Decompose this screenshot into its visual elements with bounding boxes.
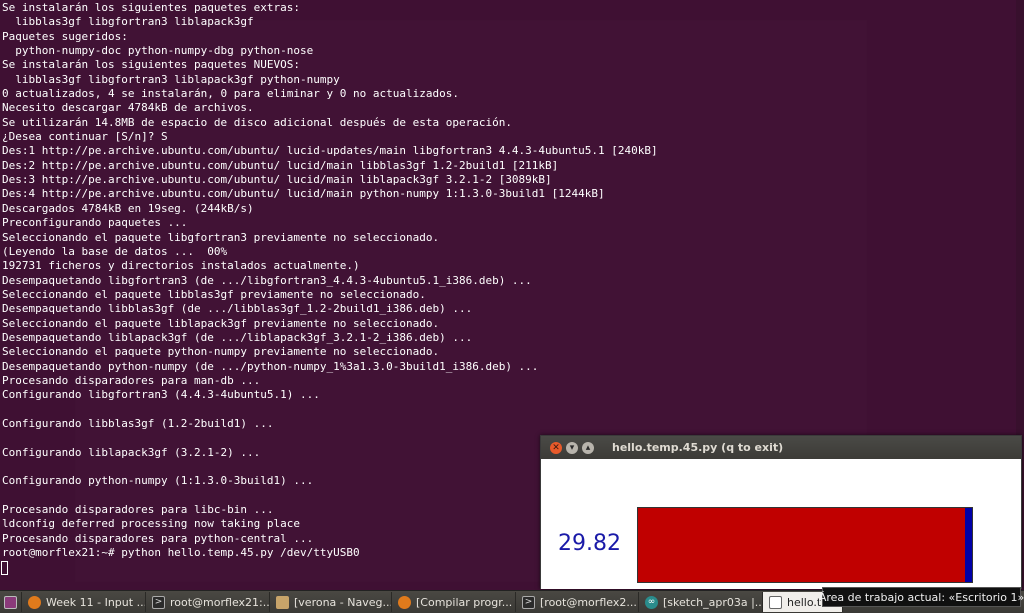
taskbar-item-label: [verona - Naveg... xyxy=(294,595,392,609)
terminal-line: libblas3gf libgfortran3 liblapack3gf pyt… xyxy=(2,72,340,86)
terminal-line: Seleccionando el paquete liblapack3gf pr… xyxy=(2,316,440,330)
terminal-line: Se instalarán los siguientes paquetes ex… xyxy=(2,1,301,14)
window-icon xyxy=(769,595,782,609)
firefox-icon xyxy=(398,595,411,609)
terminal-line: Preconfigurando paquetes ... xyxy=(2,216,188,230)
minimize-icon[interactable]: ▾ xyxy=(566,441,578,454)
taskbar-item-terminal-1[interactable]: > root@morflex21:... xyxy=(146,592,270,612)
close-icon[interactable]: ✕ xyxy=(550,441,562,454)
terminal-line: libblas3gf libgfortran3 liblapack3gf xyxy=(2,15,254,29)
terminal-line: Configurando libblas3gf (1.2-2build1) ..… xyxy=(2,416,274,430)
taskbar-item-label: [Compilar progr... xyxy=(416,595,513,609)
taskbar-item-firefox-compilar[interactable]: [Compilar progr... xyxy=(392,592,516,612)
terminal-line: Seleccionando el paquete libgfortran3 pr… xyxy=(2,230,440,244)
file-manager-icon xyxy=(276,595,289,609)
terminal-line: Desempaquetando libblas3gf (de .../libbl… xyxy=(2,302,473,316)
terminal-line: Desempaquetando python-numpy (de .../pyt… xyxy=(2,359,539,373)
taskbar-item-label: hello.t xyxy=(787,595,822,609)
terminal-line: Descargados 4784kB en 19seg. (244kB/s) xyxy=(2,201,254,215)
terminal-line: python-numpy-doc python-numpy-dbg python… xyxy=(2,44,314,58)
temperature-gauge xyxy=(637,507,973,583)
temperature-gauge-fill xyxy=(638,508,966,582)
taskbar-item-label: root@morflex21:... xyxy=(170,595,270,609)
taskbar-item-arduino[interactable]: ∞ [sketch_apr03a |... xyxy=(639,592,763,612)
taskbar-item-label: [root@morflex2... xyxy=(540,595,637,609)
maximize-icon[interactable]: ▴ xyxy=(582,441,594,454)
terminal-line: 0 actualizados, 4 se instalarán, 0 para … xyxy=(2,87,459,101)
taskbar-show-desktop[interactable] xyxy=(0,592,22,612)
terminal-line: Des:2 http://pe.archive.ubuntu.com/ubunt… xyxy=(2,158,559,172)
terminal-line: Desempaquetando liblapack3gf (de .../lib… xyxy=(2,330,473,344)
terminal-line: Seleccionando el paquete python-numpy pr… xyxy=(2,345,440,359)
terminal-line: (Leyendo la base de datos ... 00% xyxy=(2,244,228,258)
temperature-value: 29.82 xyxy=(558,531,621,556)
terminal-icon: > xyxy=(152,595,165,609)
show-desktop-icon xyxy=(4,595,17,609)
taskbar-item-label: [sketch_apr03a |... xyxy=(663,595,763,609)
terminal-line: Necesito descargar 4784kB de archivos. xyxy=(2,101,254,115)
terminal-line: ¿Desea continuar [S/n]? S xyxy=(2,130,168,144)
plot-window-titlebar[interactable]: ✕ ▾ ▴ hello.temp.45.py (q to exit) xyxy=(541,436,1021,459)
terminal-line: Des:4 http://pe.archive.ubuntu.com/ubunt… xyxy=(2,187,605,201)
temperature-plot-window[interactable]: ✕ ▾ ▴ hello.temp.45.py (q to exit) 29.82 xyxy=(540,435,1022,589)
firefox-icon xyxy=(28,595,41,609)
taskbar-item-firefox-week11[interactable]: Week 11 - Input ... xyxy=(22,592,146,612)
plot-canvas: 29.82 xyxy=(541,459,1021,589)
plot-window-title: hello.temp.45.py (q to exit) xyxy=(612,441,784,454)
terminal-line: Paquetes sugeridos: xyxy=(2,29,128,43)
taskbar-item-label: Week 11 - Input ... xyxy=(46,595,146,609)
terminal-line: Configurando libgfortran3 (4.4.3-4ubuntu… xyxy=(2,388,320,402)
terminal-line: Procesando disparadores para man-db ... xyxy=(2,373,261,387)
terminal-line: Des:3 http://pe.archive.ubuntu.com/ubunt… xyxy=(2,173,552,187)
terminal-line: Seleccionando el paquete libblas3gf prev… xyxy=(2,287,426,301)
taskbar-item-terminal-2[interactable]: > [root@morflex2... xyxy=(516,592,639,612)
terminal-line: Se utilizarán 14.8MB de espacio de disco… xyxy=(2,115,512,129)
terminal-line: Desempaquetando libgfortran3 (de .../lib… xyxy=(2,273,532,287)
taskbar-item-file-manager[interactable]: [verona - Naveg... xyxy=(270,592,392,612)
terminal-line: Des:1 http://pe.archive.ubuntu.com/ubunt… xyxy=(2,144,658,158)
terminal-line: 192731 ficheros y directorios instalados… xyxy=(2,259,360,273)
terminal-icon: > xyxy=(522,595,535,609)
arduino-icon: ∞ xyxy=(645,595,658,609)
terminal-line: Se instalarán los siguientes paquetes NU… xyxy=(2,58,301,72)
workspace-tooltip: Área de trabajo actual: «Escritorio 1» xyxy=(819,587,1024,607)
terminal-cursor xyxy=(1,561,8,575)
